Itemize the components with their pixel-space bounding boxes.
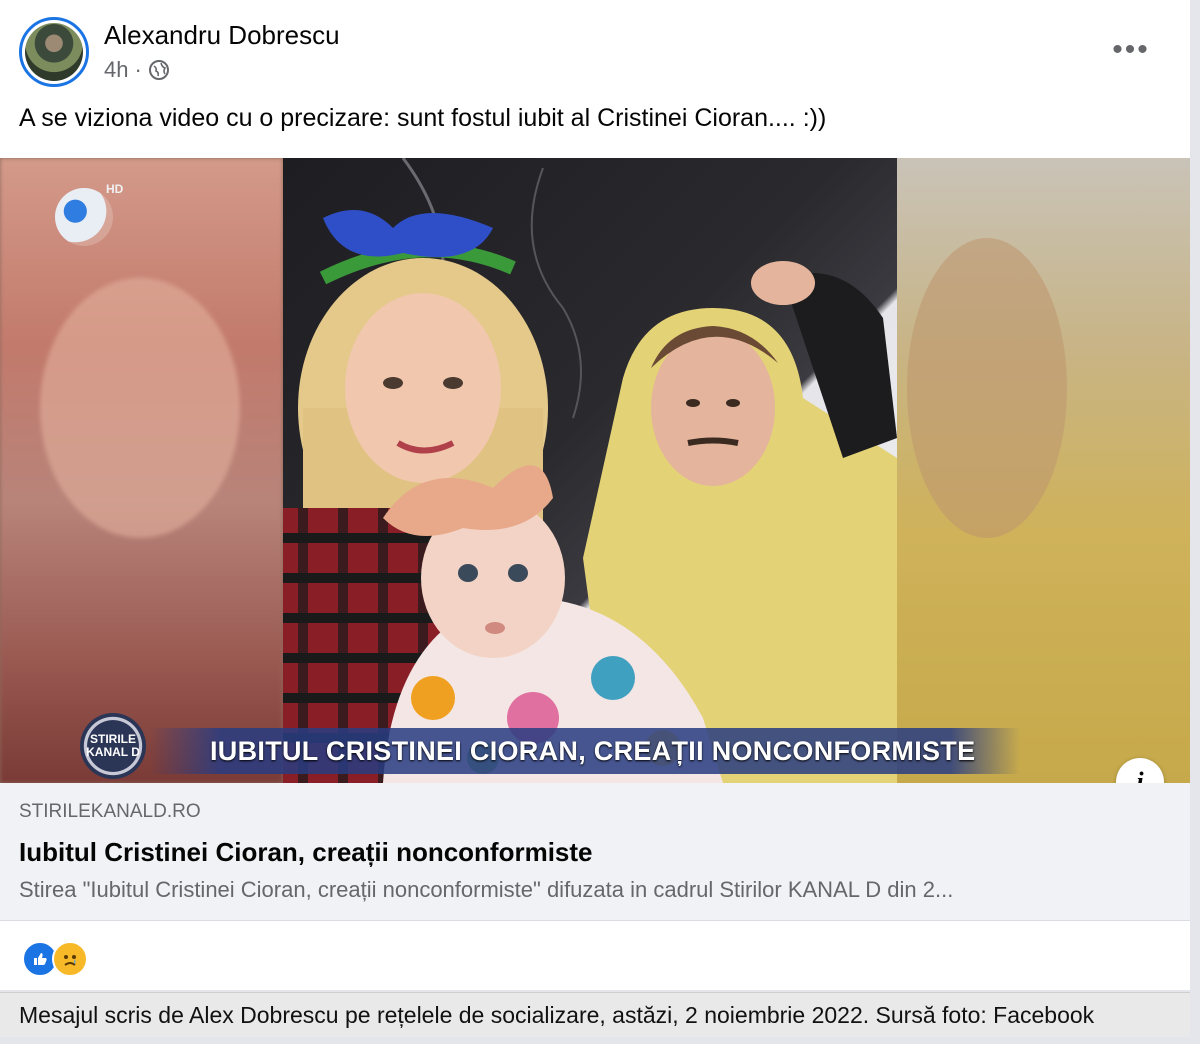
hd-label: HD [106,182,124,196]
post-text: A se viziona video cu o precizare: sunt … [19,104,827,132]
image-caption: Mesajul scris de Alex Dobrescu pe rețele… [0,992,1190,1037]
blurred-background-right [897,158,1190,783]
video-frame-illustration [283,158,897,783]
author-name[interactable]: Alexandru Dobrescu [104,20,340,51]
link-preview[interactable]: STIRILEKANALD.RO Iubitul Cristinei Ciora… [0,783,1190,921]
sad-icon [52,941,88,977]
link-domain: STIRILEKANALD.RO [19,801,201,822]
post-meta: 4h · [104,57,170,83]
link-title[interactable]: Iubitul Cristinei Cioran, creații noncon… [19,837,593,868]
video-thumbnail[interactable]: HD STIRILE KANAL D IUBITUL CRISTINEI CIO… [0,158,1190,783]
globe-icon [148,59,170,81]
blurred-background-left [0,158,283,783]
ticker-text: IUBITUL CRISTINEI CIORAN, CREAȚII NONCON… [210,735,976,766]
video-frame [283,158,897,783]
news-ticker: IUBITUL CRISTINEI CIORAN, CREAȚII NONCON… [150,728,1020,774]
caption-text: Mesajul scris de Alex Dobrescu pe rețele… [19,1002,1095,1028]
author-avatar[interactable] [19,17,89,87]
avatar-image [25,23,83,81]
link-description: Stirea "Iubitul Cristinei Cioran, creați… [19,877,954,902]
meta-separator: · [134,57,142,82]
channel-logo-icon [55,188,113,246]
more-options-button[interactable]: ••• [1104,30,1158,70]
facebook-post: Alexandru Dobrescu 4h · ••• A se viziona… [0,0,1190,990]
kanal-d-badge: STIRILE KANAL D [80,713,146,779]
post-time[interactable]: 4h [104,57,128,83]
reactions-summary[interactable] [22,941,88,977]
